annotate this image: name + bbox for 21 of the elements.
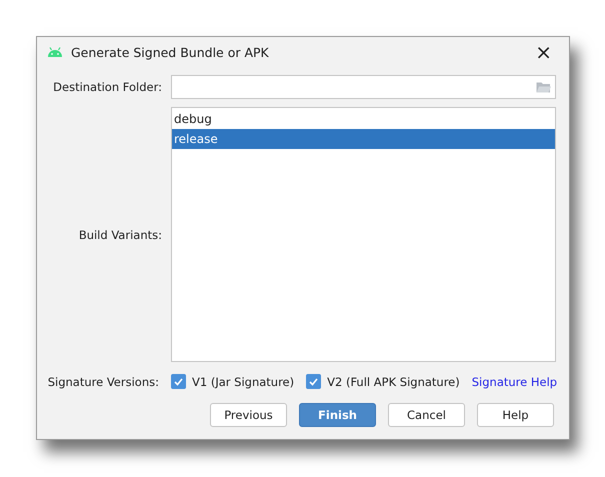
checkmark-icon[interactable] bbox=[309, 378, 318, 386]
window-title: Generate Signed Bundle or APK bbox=[71, 44, 270, 60]
checkbox-label[interactable]: V2 (Full APK Signature) bbox=[327, 374, 460, 388]
android-icon bbox=[47, 47, 63, 57]
field-label: Destination Folder: bbox=[52, 80, 162, 94]
folder-icon[interactable] bbox=[536, 81, 551, 93]
dialog-button[interactable]: Help bbox=[477, 403, 554, 427]
checkbox[interactable] bbox=[171, 374, 186, 389]
signature-help-link[interactable]: Signature Help bbox=[472, 374, 558, 388]
dialog-button[interactable]: Cancel bbox=[388, 403, 465, 427]
checkbox[interactable] bbox=[306, 374, 322, 389]
dialog-button[interactable]: Previous bbox=[210, 403, 287, 427]
close-button[interactable]: × bbox=[531, 42, 556, 62]
dialog-button[interactable]: Finish bbox=[299, 403, 376, 427]
list-item[interactable]: debug bbox=[172, 109, 555, 129]
folder-field[interactable] bbox=[171, 75, 556, 99]
checkbox-label[interactable]: V1 (Jar Signature) bbox=[192, 374, 294, 388]
list-item[interactable]: release bbox=[172, 129, 555, 149]
checkmark-icon[interactable] bbox=[174, 378, 183, 386]
field-label: Build Variants: bbox=[78, 228, 162, 242]
field-label: Signature Versions: bbox=[47, 374, 159, 388]
